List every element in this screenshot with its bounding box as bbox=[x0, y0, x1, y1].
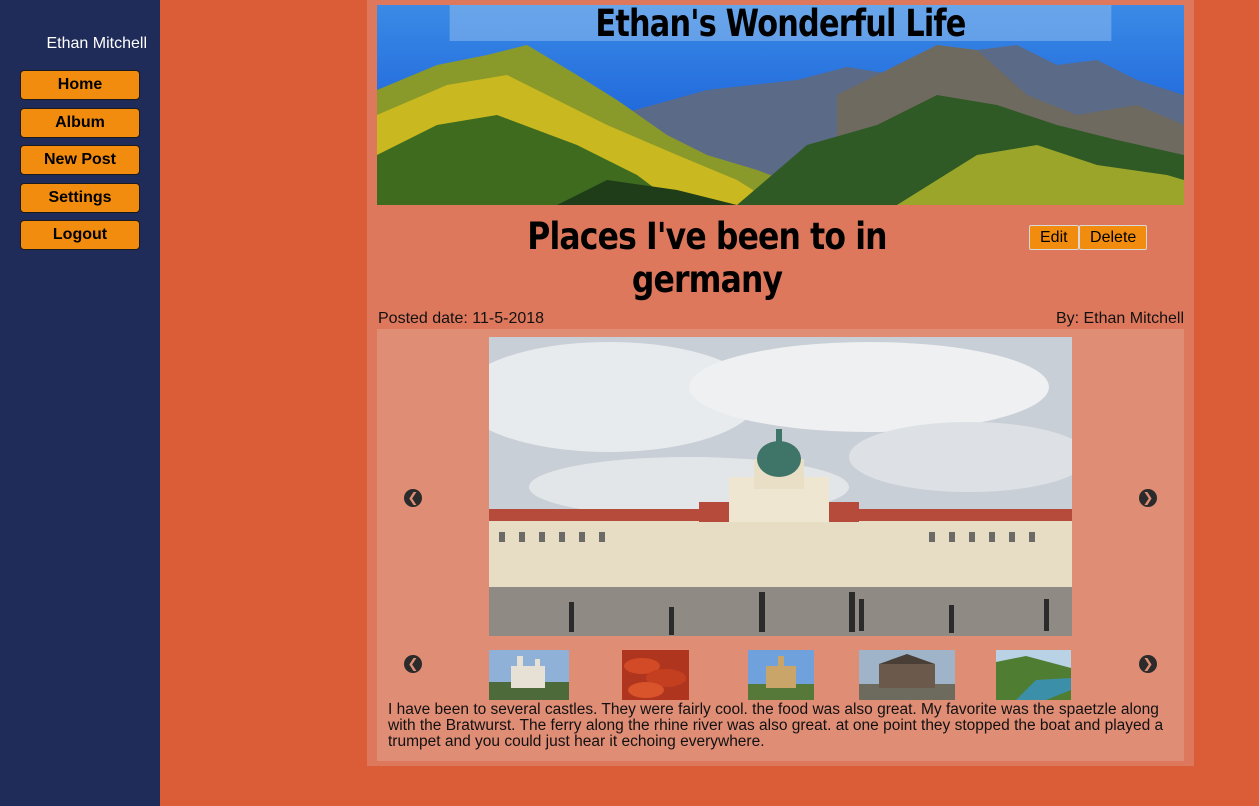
edit-button[interactable]: Edit bbox=[1029, 225, 1079, 250]
thumbnail-sausages[interactable] bbox=[622, 650, 689, 700]
nav-home-button[interactable]: Home bbox=[20, 70, 140, 100]
chevron-left-icon[interactable]: ❮ bbox=[404, 489, 422, 507]
nav-album-button[interactable]: Album bbox=[20, 107, 140, 138]
thumbnail-castle-1[interactable] bbox=[489, 650, 569, 700]
post-card: Ethan's Wonderful Life Places I've been … bbox=[367, 0, 1194, 766]
nav-new-post-button[interactable]: New Post bbox=[20, 145, 140, 175]
chevron-right-icon[interactable]: ❯ bbox=[1139, 489, 1157, 507]
blog-banner: Ethan's Wonderful Life bbox=[377, 5, 1184, 205]
thumbnail-manor[interactable] bbox=[859, 650, 955, 700]
username-label: Ethan Mitchell bbox=[46, 35, 148, 52]
photo-gallery: ❮ ❯ ❮ ❯ I have been to several castles. … bbox=[377, 329, 1184, 761]
thumbnail-river[interactable] bbox=[996, 650, 1071, 700]
post-description: I have been to several castles. They wer… bbox=[388, 701, 1164, 750]
post-actions: Edit Delete bbox=[1029, 225, 1148, 250]
chevron-right-icon[interactable]: ❯ bbox=[1139, 655, 1157, 673]
sidebar-nav: Home Album New Post Settings Logout bbox=[20, 70, 140, 258]
post-title: Places I've been to in germany bbox=[527, 215, 887, 301]
thumbnail-castle-2[interactable] bbox=[748, 650, 814, 700]
main-gallery-image bbox=[489, 337, 1072, 636]
chevron-left-icon[interactable]: ❮ bbox=[404, 655, 422, 673]
blog-title: Ethan's Wonderful Life bbox=[449, 5, 1112, 43]
posted-date: Posted date: 11-5-2018 bbox=[378, 310, 545, 327]
nav-settings-button[interactable]: Settings bbox=[20, 182, 140, 213]
sidebar: Ethan Mitchell Home Album New Post Setti… bbox=[0, 0, 160, 806]
nav-logout-button[interactable]: Logout bbox=[20, 220, 140, 250]
post-author: By: Ethan Mitchell bbox=[1055, 310, 1184, 327]
delete-button[interactable]: Delete bbox=[1079, 225, 1148, 250]
